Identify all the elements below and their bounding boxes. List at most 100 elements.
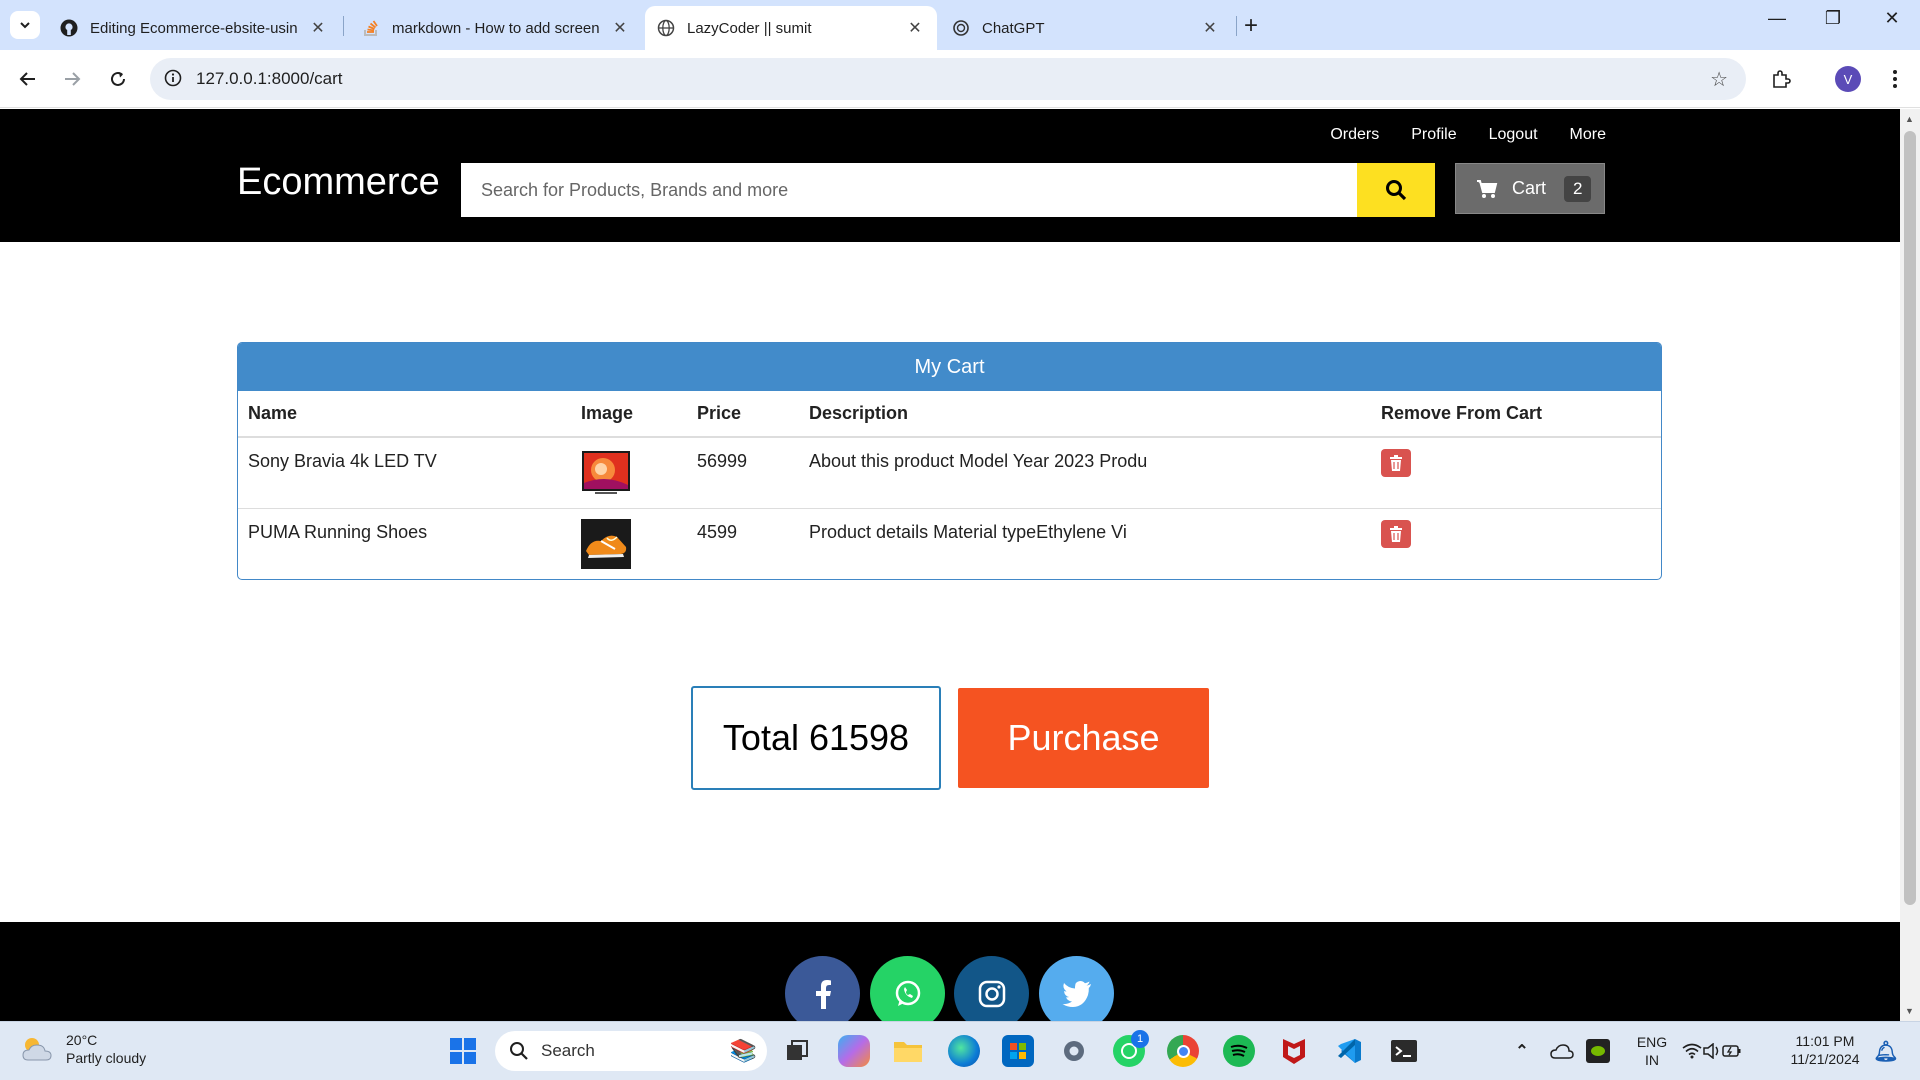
windows-start-icon[interactable] [447, 1035, 479, 1067]
search-highlight-icon: 📚 [729, 1038, 757, 1063]
top-links: Orders Profile Logout More [1330, 126, 1606, 144]
taskbar-search[interactable]: Search 📚 [495, 1031, 767, 1071]
purchase-button[interactable]: Purchase [958, 688, 1209, 788]
terminal-icon[interactable] [1388, 1035, 1420, 1067]
search-icon [510, 1042, 528, 1060]
notification-badge: 1 [1131, 1030, 1149, 1048]
partly-cloudy-icon [22, 1038, 52, 1061]
kebab-menu-icon [1893, 70, 1897, 88]
twitter-icon[interactable] [1039, 956, 1114, 1021]
shoe-image[interactable] [581, 518, 631, 569]
onedrive-cloud-icon[interactable] [1546, 1035, 1578, 1067]
scroll-up-icon[interactable]: ▲ [1905, 114, 1914, 124]
window-close-button[interactable]: ✕ [1872, 8, 1912, 29]
search-input[interactable] [461, 163, 1357, 217]
cart-button[interactable]: Cart 2 [1455, 163, 1605, 214]
orders-link[interactable]: Orders [1330, 126, 1379, 144]
browser-menu-button[interactable] [1880, 64, 1910, 94]
profile-link[interactable]: Profile [1411, 126, 1456, 144]
chrome-icon[interactable] [1167, 1035, 1199, 1067]
notification-bell-icon[interactable]: 🔔︎ [1870, 1035, 1902, 1067]
scroll-down-icon[interactable]: ▼ [1905, 1006, 1914, 1016]
facebook-icon[interactable] [785, 956, 860, 1021]
forward-button[interactable] [57, 64, 87, 94]
back-button[interactable] [13, 64, 43, 94]
site-info-icon[interactable] [164, 69, 182, 92]
trash-icon [1390, 455, 1402, 471]
battery-icon [1722, 1045, 1741, 1057]
product-description: Product details Material typeEthylene Vi [799, 507, 1371, 579]
taskbar-search-label: Search [541, 1041, 595, 1060]
table-row: Sony Bravia 4k LED TV 56999 About this p… [238, 436, 1661, 508]
logout-link[interactable]: Logout [1489, 126, 1538, 144]
tab-lazycoder[interactable]: LazyCoder || sumit ✕ [645, 6, 937, 50]
file-explorer-icon[interactable] [892, 1035, 924, 1067]
page-scrollbar[interactable]: ▲ ▼ [1900, 109, 1920, 1021]
minimize-button[interactable]: — [1757, 8, 1797, 29]
tab-title: markdown - How to add screen [392, 19, 600, 37]
volume-icon [1703, 1043, 1719, 1059]
clock[interactable]: 11:01 PM 11/21/2024 [1782, 1032, 1868, 1068]
weather-widget[interactable]: 20°C Partly cloudy [20, 1031, 146, 1067]
remove-from-cart-button[interactable] [1381, 449, 1411, 477]
url-text: 127.0.0.1:8000/cart [196, 69, 343, 88]
remove-from-cart-button[interactable] [1381, 519, 1411, 548]
address-bar[interactable]: 127.0.0.1:8000/cart ☆ [150, 58, 1746, 100]
weather-description: Partly cloudy [66, 1050, 147, 1066]
microsoft-store-icon[interactable] [1002, 1035, 1034, 1067]
new-tab-button[interactable]: + [1244, 12, 1258, 40]
reload-button[interactable] [103, 64, 133, 94]
spotify-icon[interactable] [1223, 1035, 1255, 1067]
more-link[interactable]: More [1570, 126, 1606, 144]
tab-chatgpt[interactable]: ChatGPT ✕ [940, 6, 1232, 50]
network-volume-battery[interactable] [1681, 1035, 1743, 1067]
cart-panel: My Cart Name Image Price Description Rem… [237, 342, 1662, 580]
product-image-cell [571, 436, 687, 508]
scrollbar-thumb[interactable] [1904, 131, 1916, 905]
tab-strip: Editing Ecommerce-ebsite-usin ✕ markdown… [0, 0, 1920, 50]
close-icon[interactable]: ✕ [905, 18, 925, 38]
site-brand[interactable]: Ecommerce [237, 161, 440, 204]
tv-image[interactable] [581, 448, 631, 498]
cart-heading: My Cart [238, 343, 1661, 391]
search-icon [1386, 180, 1407, 201]
chatgpt-icon [952, 19, 970, 37]
restore-button[interactable]: ❐ [1813, 8, 1853, 29]
table-header-row: Name Image Price Description Remove From… [238, 391, 1661, 438]
tab-separator [343, 16, 344, 36]
tab-title: LazyCoder || sumit [687, 19, 812, 37]
language-indicator[interactable]: ENG IN [1632, 1033, 1672, 1069]
vscode-icon[interactable] [1333, 1035, 1365, 1067]
github-icon [60, 19, 78, 37]
arrow-right-icon [65, 72, 81, 86]
instagram-icon[interactable] [954, 956, 1029, 1021]
product-price: 56999 [687, 436, 799, 508]
settings-gear-icon[interactable] [1058, 1035, 1090, 1067]
task-view-icon[interactable] [781, 1035, 813, 1067]
stackoverflow-icon [362, 19, 380, 37]
search-button[interactable] [1357, 163, 1435, 217]
site-footer [0, 922, 1900, 1021]
whatsapp-icon[interactable] [870, 956, 945, 1021]
trash-icon [1390, 525, 1402, 542]
chevron-up-icon[interactable]: ⌃ [1506, 1035, 1538, 1067]
tab-stackoverflow[interactable]: markdown - How to add screen ✕ [350, 6, 642, 50]
site-header: Orders Profile Logout More Ecommerce Car… [0, 109, 1900, 242]
profile-avatar[interactable]: V [1835, 66, 1861, 92]
tab-search-button[interactable] [10, 11, 40, 39]
nvidia-icon[interactable] [1586, 1039, 1610, 1063]
tab-title: ChatGPT [982, 19, 1045, 37]
close-icon[interactable]: ✕ [1200, 18, 1220, 38]
edge-icon[interactable] [948, 1035, 980, 1067]
extensions-button[interactable] [1766, 64, 1796, 94]
mcafee-icon[interactable] [1278, 1035, 1310, 1067]
tab-github[interactable]: Editing Ecommerce-ebsite-usin ✕ [48, 6, 340, 50]
close-icon[interactable]: ✕ [308, 18, 328, 38]
cart-total: Total 61598 [691, 686, 941, 790]
bookmark-star-icon[interactable]: ☆ [1710, 67, 1728, 92]
column-header-description: Description [799, 391, 1371, 438]
close-icon[interactable]: ✕ [610, 18, 630, 38]
reload-icon [111, 71, 125, 86]
copilot-icon[interactable] [838, 1035, 870, 1067]
language-code: ENG [1636, 1034, 1668, 1050]
